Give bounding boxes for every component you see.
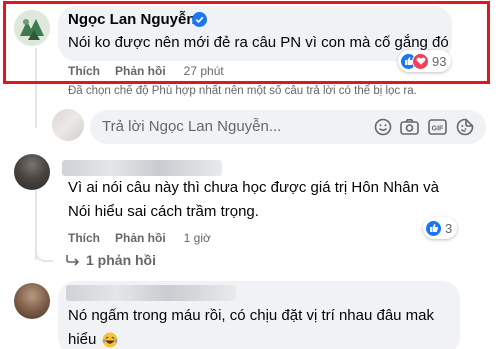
comment-text: Nó ngấm trong máu rồi, có chịu đặt vị tr… [68,307,435,324]
reaction-summary[interactable]: 93 [398,50,452,72]
timestamp[interactable]: 27 phút [184,64,224,78]
avatar[interactable] [14,283,50,319]
comment-actions: Thích Phản hồi 27 phút [68,64,224,78]
like-icon [425,219,442,237]
thread-line [35,250,53,262]
avatar[interactable] [14,154,50,190]
view-replies-button[interactable]: 1 phản hồi [66,252,156,268]
current-user-avatar [52,109,84,141]
like-button[interactable]: Thích [68,231,100,245]
reaction-count: 3 [445,220,453,236]
reply-input[interactable]: Trả lời Ngọc Lan Nguyễn... GIF [90,110,486,144]
filter-notice: Đã chọn chế độ Phù hợp nhất nên một số c… [68,85,417,97]
svg-text:GIF: GIF [432,125,444,132]
camera-icon[interactable] [400,118,419,136]
comment-text: Vì ai nói câu này thì chưa học được giá … [68,179,439,196]
comment-text: hiểu [68,331,97,348]
reply-button[interactable]: Phản hồi [115,231,166,245]
comment-text: Nói hiểu sai cách trầm trọng. [68,203,259,220]
reaction-summary[interactable]: 3 [423,217,458,239]
love-icon [412,52,429,70]
comment-actions: Thích Phản hồi 1 giờ [68,231,211,245]
replies-count-label: 1 phản hồi [86,252,156,268]
avatar-image-icon [14,10,50,46]
reaction-count: 93 [432,53,447,69]
reply-button[interactable]: Phản hồi [115,64,166,78]
verified-badge-icon [192,12,207,27]
comment-text: Nói ko được nên mới đẻ ra câu PN vì con … [68,34,449,51]
redacted-author-name [66,285,236,301]
gif-icon[interactable]: GIF [428,118,447,136]
avatar[interactable] [14,10,50,46]
like-button[interactable]: Thích [68,64,100,78]
reply-arrow-icon [66,255,80,266]
comment-text-line: hiểu [68,328,118,349]
reply-input-placeholder: Trả lời Ngọc Lan Nguyễn... [102,118,282,135]
timestamp[interactable]: 1 giờ [184,231,211,245]
sticker-icon[interactable] [456,118,474,136]
comment-author[interactable]: Ngọc Lan Nguyễn [68,11,196,28]
emoji-icon[interactable] [374,118,392,136]
laughing-emoji-icon [102,332,118,348]
